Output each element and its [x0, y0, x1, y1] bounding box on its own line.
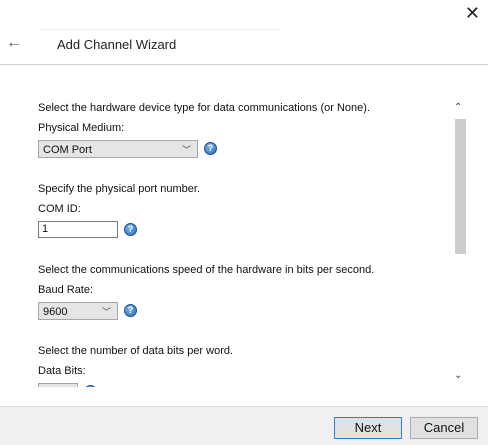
- next-button[interactable]: Next: [334, 417, 402, 439]
- help-icon[interactable]: ?: [124, 304, 137, 317]
- scroll-thumb[interactable]: [455, 119, 466, 254]
- baud-rate-label: Baud Rate:: [38, 284, 94, 296]
- data-bits-section: Select the number of data bits per word.…: [38, 345, 233, 387]
- wizard-title: Add Channel Wizard: [57, 37, 177, 52]
- help-icon[interactable]: ?: [124, 223, 137, 236]
- baud-rate-description: Select the communications speed of the h…: [38, 264, 375, 276]
- data-bits-label: Data Bits:: [38, 365, 86, 377]
- close-icon[interactable]: ✕: [465, 4, 480, 22]
- help-icon[interactable]: ?: [84, 385, 97, 387]
- baud-rate-section: Select the communications speed of the h…: [38, 264, 374, 320]
- cancel-button[interactable]: Cancel: [410, 417, 478, 439]
- com-id-label: COM ID:: [38, 203, 81, 215]
- scroll-up-icon[interactable]: ⌃: [454, 102, 462, 113]
- com-id-description: Specify the physical port number.: [38, 183, 201, 195]
- physical-medium-label: Physical Medium:: [38, 122, 125, 134]
- chevron-down-icon: ﹀: [101, 307, 111, 317]
- physical-medium-description: Select the hardware device type for data…: [38, 102, 370, 114]
- physical-medium-section: Select the hardware device type for data…: [38, 102, 370, 158]
- wizard-content: Select the hardware device type for data…: [0, 65, 488, 387]
- back-arrow-icon[interactable]: ←: [6, 34, 22, 52]
- physical-medium-value: COM Port: [43, 144, 92, 156]
- chevron-down-icon: ﹀: [181, 145, 191, 155]
- vertical-scrollbar[interactable]: ⌃ ⌄: [452, 102, 468, 387]
- data-bits-description: Select the number of data bits per word.: [38, 345, 234, 357]
- physical-medium-select[interactable]: COM Port ﹀: [38, 140, 198, 158]
- data-bits-select[interactable]: [38, 383, 78, 387]
- scroll-down-icon[interactable]: ⌄: [454, 370, 462, 381]
- title-divider: [38, 29, 280, 30]
- wizard-footer: Next Cancel: [0, 406, 488, 445]
- baud-rate-select[interactable]: 9600 ﹀: [38, 302, 118, 320]
- baud-rate-value: 9600: [43, 306, 68, 318]
- help-icon[interactable]: ?: [204, 142, 217, 155]
- com-id-section: Specify the physical port number. COM ID…: [38, 183, 200, 238]
- com-id-input[interactable]: 1: [38, 221, 118, 238]
